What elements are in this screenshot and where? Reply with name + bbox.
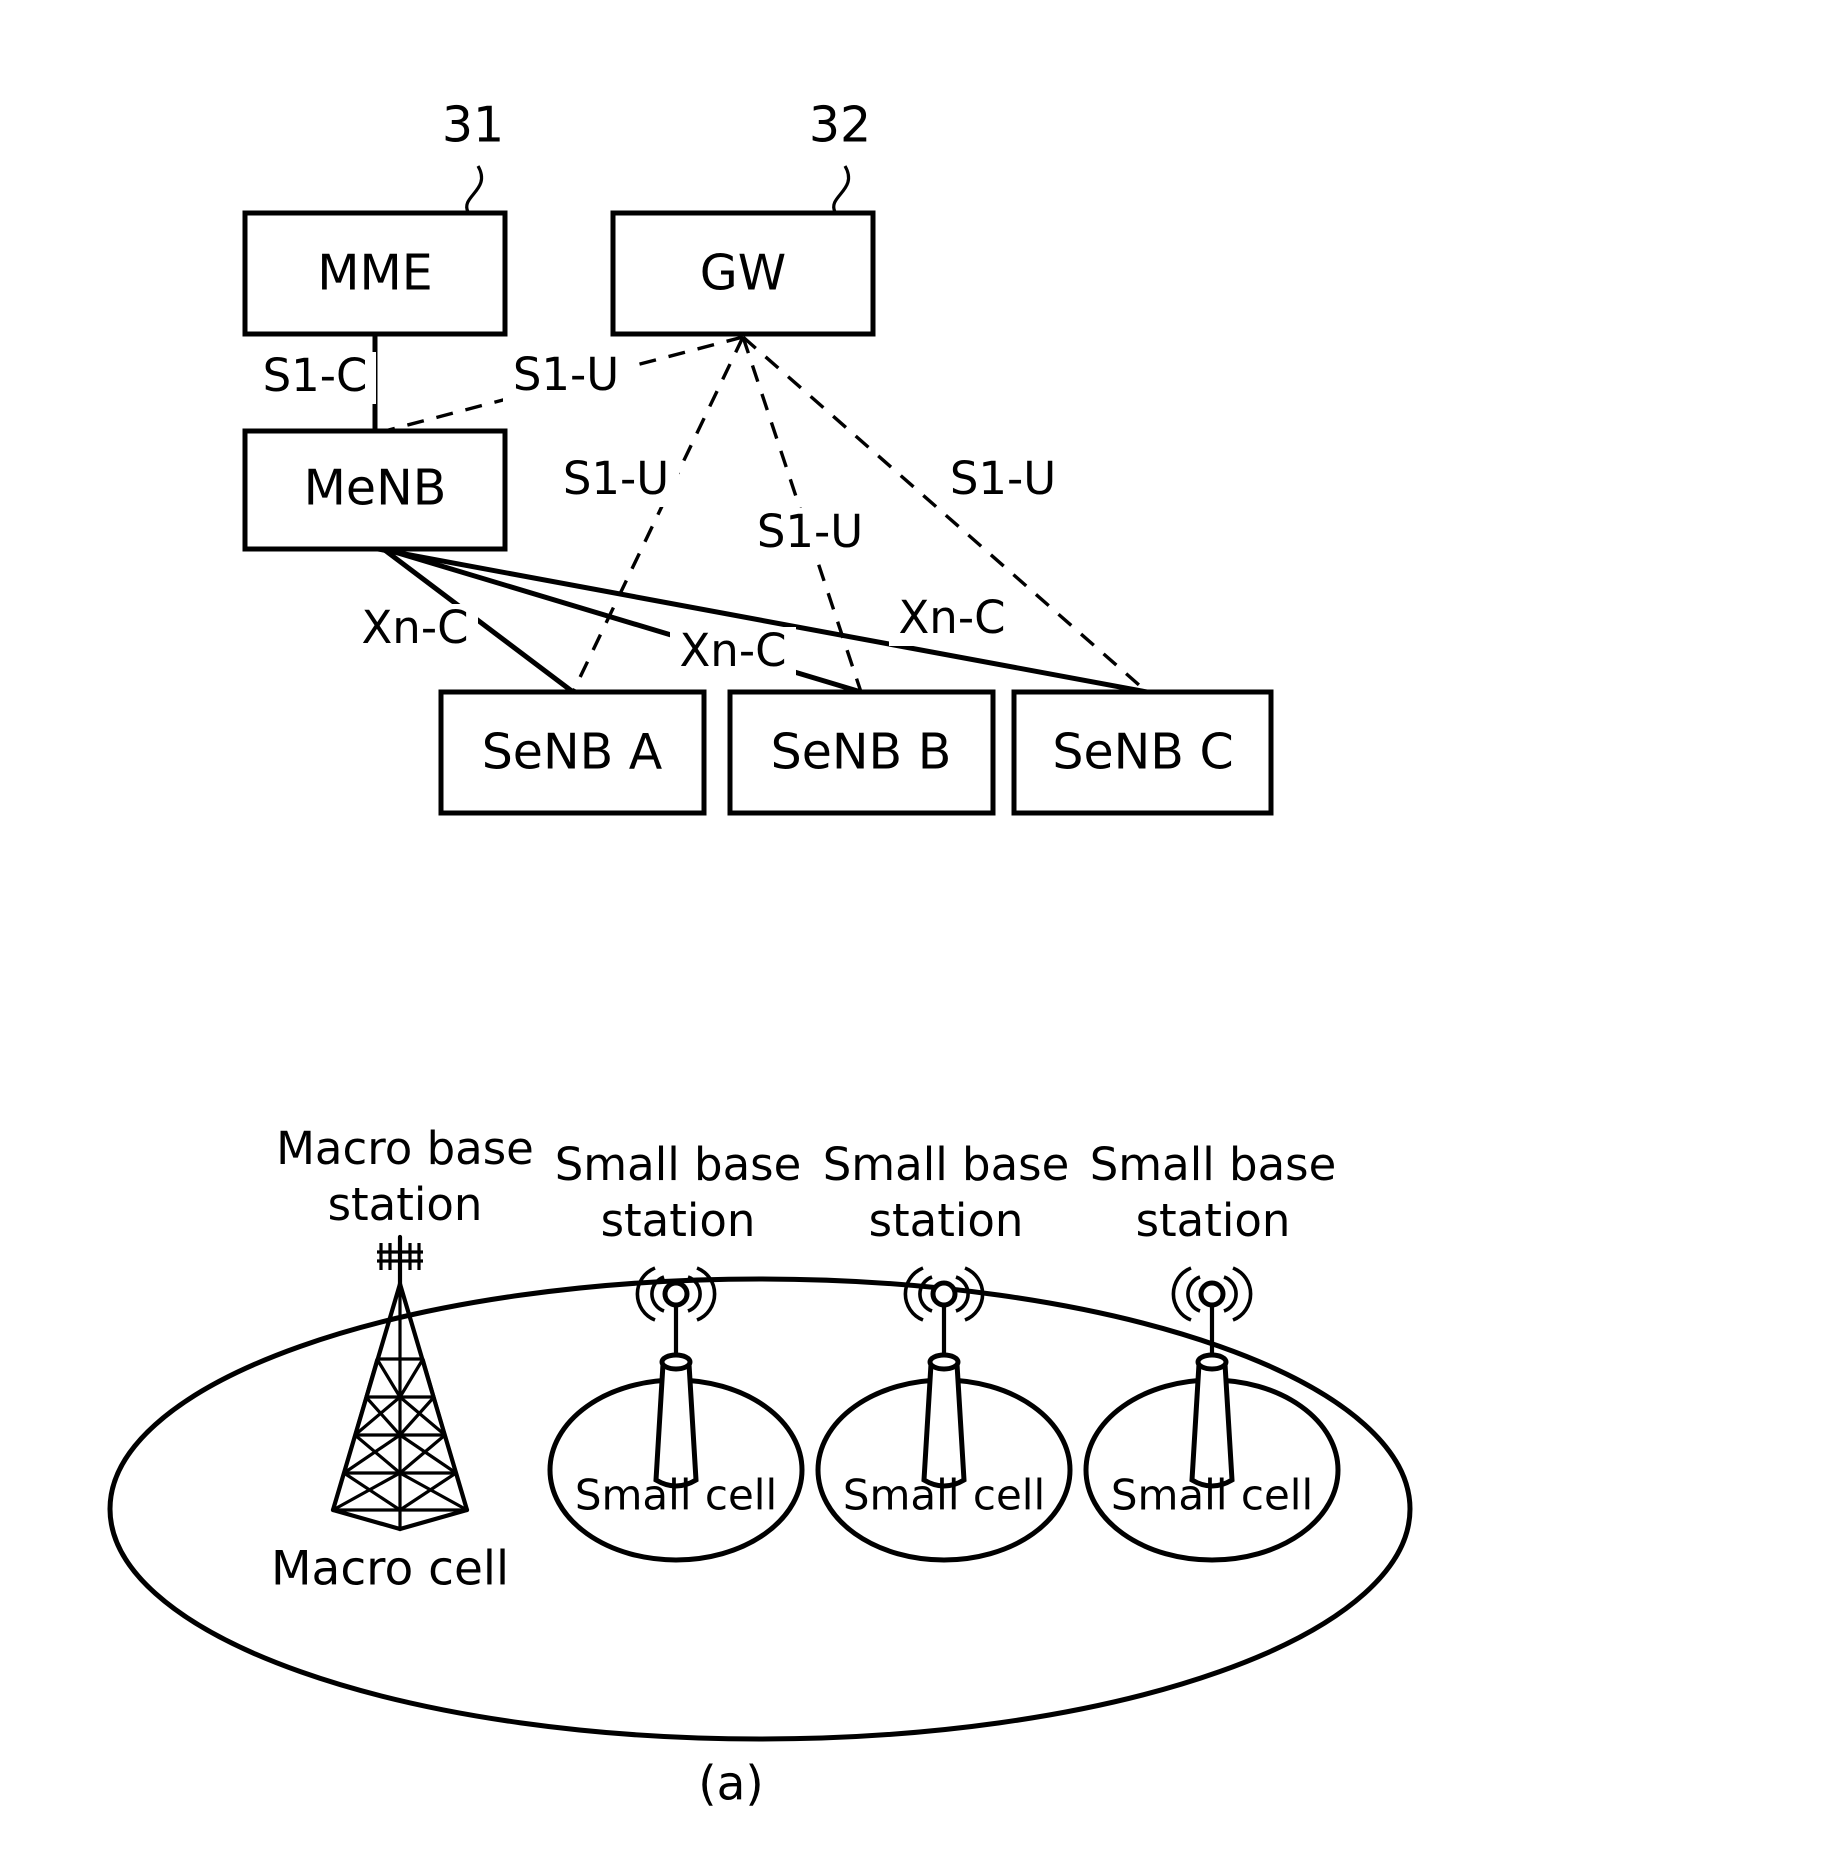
link-label-s1c-text: S1-C [263, 349, 368, 402]
small-base-station-1-caption-line2: station [601, 1194, 756, 1247]
small-base-station-3-wave-right-inner [1223, 1275, 1238, 1313]
small-base-station-3-caption-line1: Small base [1090, 1138, 1337, 1191]
reference-numeral-31: 31 [442, 97, 504, 213]
small-base-station-3-antenna-dot [1198, 1280, 1226, 1308]
macro-base-station-tower-icon [330, 1234, 470, 1532]
small-base-station-2-caption-line2: station [869, 1194, 1024, 1247]
link-label-s1u-senb-c-text: S1-U [950, 452, 1056, 505]
small-base-station-2-wave-left-inner [918, 1275, 933, 1313]
link-label-xnc-senb-b-text: Xn-C [679, 624, 786, 677]
link-label-s1u-senb-b: S1-U [747, 505, 873, 560]
tower-brace-1c [364, 1358, 379, 1398]
small-cell-3-label: Small cell [1111, 1471, 1313, 1520]
small-cell-group-2: Small base station Small cell [815, 1138, 1073, 1563]
reference-numeral-32: 32 [809, 97, 871, 213]
macro-cell-label: Macro cell [271, 1542, 509, 1597]
small-base-station-3-top-cap [1195, 1352, 1229, 1372]
link-label-s1u-senb-c: S1-U [940, 452, 1066, 507]
node-senb-b[interactable]: SeNB B [727, 689, 996, 816]
small-base-station-1-body [653, 1361, 699, 1489]
small-base-station-2-antenna-dot [930, 1280, 958, 1308]
small-base-station-2-caption-line1: Small base [823, 1138, 1070, 1191]
node-senb-c[interactable]: SeNB C [1011, 689, 1274, 816]
small-base-station-1-caption-line1: Small base [555, 1138, 802, 1191]
link-label-s1u-menb: S1-U [503, 348, 629, 403]
link-label-s1u-menb-text: S1-U [513, 348, 619, 401]
tower-brace-1d [421, 1358, 436, 1398]
small-cell-2-label: Small cell [843, 1471, 1045, 1520]
macro-base-station-caption-line1: Macro base [276, 1122, 534, 1175]
small-base-station-2-icon [903, 1266, 985, 1489]
small-base-station-1-antenna-dot [662, 1280, 690, 1308]
macro-base-station-caption: Macro base station [276, 1122, 534, 1231]
node-senb-a-label: SeNB A [482, 724, 663, 781]
figure-canvas: 31 32 MME GW MeNB SeNB A SeNB B SeNB C S… [107, 97, 1413, 1812]
node-gw-label: GW [700, 245, 786, 302]
small-base-station-3-caption-line2: station [1136, 1194, 1291, 1247]
figure-caption: (a) [698, 1757, 763, 1812]
ref-32-label: 32 [809, 97, 871, 154]
macro-base-station-caption-line2: station [328, 1178, 483, 1231]
small-base-station-3-body [1189, 1361, 1235, 1489]
small-base-station-3-wave-left-inner [1186, 1275, 1201, 1313]
tower-base-right [397, 1507, 470, 1532]
link-label-xnc-senb-c: Xn-C [889, 591, 1015, 646]
tower-base-left [330, 1507, 403, 1532]
ref-32-leader-line [832, 165, 851, 213]
link-label-s1u-senb-a: S1-U [553, 452, 679, 507]
node-menb-label: MeNB [304, 460, 447, 517]
patent-figure: 31 32 MME GW MeNB SeNB A SeNB B SeNB C S… [0, 0, 1828, 1873]
node-senb-c-label: SeNB C [1052, 724, 1233, 781]
small-base-station-2-wave-right-inner [955, 1275, 970, 1313]
small-base-station-1-icon [635, 1266, 717, 1489]
link-label-s1u-senb-a-text: S1-U [563, 452, 669, 505]
tower-brace-1b [398, 1358, 425, 1398]
link-label-s1c: S1-C [258, 349, 376, 404]
small-base-station-2-body [921, 1361, 967, 1489]
link-label-xnc-senb-a: Xn-C [352, 601, 478, 656]
small-base-station-2-top-cap [927, 1352, 961, 1372]
link-label-s1u-senb-b-text: S1-U [757, 505, 863, 558]
link-label-xnc-senb-a-text: Xn-C [361, 601, 468, 654]
node-mme-label: MME [317, 245, 433, 302]
small-cell-1-label: Small cell [575, 1471, 777, 1520]
node-senb-a[interactable]: SeNB A [438, 689, 707, 816]
link-label-xnc-senb-b: Xn-C [670, 624, 796, 679]
small-cell-group-1: Small base station Small cell [547, 1138, 805, 1563]
link-label-xnc-senb-c-text: Xn-C [898, 591, 1005, 644]
node-senb-b-label: SeNB B [771, 724, 952, 781]
small-base-station-3-icon [1171, 1266, 1253, 1489]
node-mme[interactable]: MME [242, 210, 508, 337]
tower-brace-1a [375, 1358, 402, 1398]
small-base-station-1-top-cap [659, 1352, 693, 1372]
node-menb[interactable]: MeNB [242, 428, 508, 552]
ref-31-leader-line [465, 165, 484, 213]
ref-31-label: 31 [442, 97, 504, 154]
network-architecture-diagram: 31 32 MME GW MeNB SeNB A SeNB B SeNB C S… [242, 97, 1274, 816]
node-gw[interactable]: GW [610, 210, 876, 337]
small-cell-group-3: Small base station Small cell [1083, 1138, 1341, 1563]
coverage-diagram: Macro base station Macro cell Small base… [107, 1122, 1413, 1742]
